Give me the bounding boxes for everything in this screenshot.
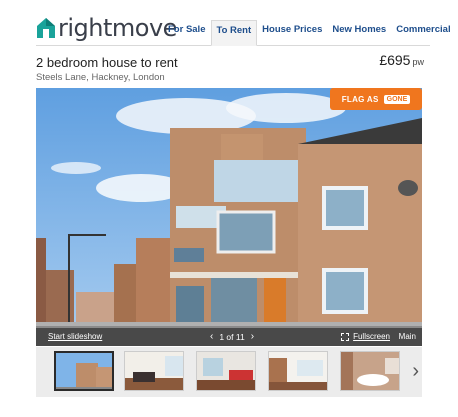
chevron-right-icon[interactable]: ›: [412, 359, 419, 383]
start-slideshow-link[interactable]: Start slideshow: [48, 332, 102, 341]
house-logo-icon: [36, 17, 56, 39]
flag-as-label: FLAG AS: [341, 94, 379, 104]
chevron-right-icon[interactable]: ›: [245, 331, 260, 342]
thumbnail-bathroom[interactable]: [340, 351, 400, 391]
nav-house-prices[interactable]: House Prices: [257, 20, 327, 46]
flag-as-gone-button[interactable]: FLAG AS GONE: [330, 88, 422, 110]
nav-for-sale[interactable]: For Sale: [163, 20, 211, 46]
site-header: rightmove For Sale To Rent House Prices …: [36, 12, 451, 46]
listing-title: 2 bedroom house to rent: [36, 55, 178, 70]
chevron-left-icon[interactable]: ‹: [204, 331, 219, 342]
nav-new-homes[interactable]: New Homes: [327, 20, 391, 46]
price-unit: pw: [412, 57, 424, 67]
listing-price: £695 pw: [379, 52, 424, 68]
gone-badge: GONE: [383, 94, 411, 104]
main-nav: For Sale To Rent House Prices New Homes …: [163, 20, 456, 46]
photo-counter: ‹ 1 of 11 ›: [204, 331, 260, 342]
thumbnail-image: [197, 352, 255, 390]
thumbnail-image: [341, 352, 399, 390]
nav-to-rent[interactable]: To Rent: [210, 20, 258, 46]
logo-text: rightmove: [58, 14, 177, 42]
thumbnail-strip: ›: [36, 347, 422, 397]
price-value: £695: [379, 52, 411, 68]
photo-control-bar: Start slideshow ‹ 1 of 11 › Fullscreen M…: [36, 328, 422, 346]
photo-caption: Main: [398, 332, 416, 341]
fullscreen-label: Fullscreen: [353, 332, 390, 341]
main-photo[interactable]: FLAG AS GONE Start slideshow ‹ 1 of 11 ›…: [36, 88, 422, 346]
listing-address: Steels Lane, Hackney, London: [36, 72, 165, 83]
fullscreen-button[interactable]: Fullscreen: [341, 332, 390, 341]
thumbnail-exterior[interactable]: [54, 351, 114, 391]
thumbnail-image: [269, 352, 327, 390]
photo-counter-text: 1 of 11: [219, 331, 245, 342]
thumbnail-kitchen[interactable]: [196, 351, 256, 391]
thumbnail-dining[interactable]: [268, 351, 328, 391]
rightmove-logo[interactable]: rightmove: [36, 14, 177, 42]
nav-commercial[interactable]: Commercial: [391, 20, 455, 46]
thumbnail-image: [56, 353, 112, 389]
fullscreen-icon: [341, 332, 350, 341]
thumbnail-image: [125, 352, 183, 390]
house-photo-image: [36, 88, 422, 346]
thumbnail-living-room[interactable]: [124, 351, 184, 391]
